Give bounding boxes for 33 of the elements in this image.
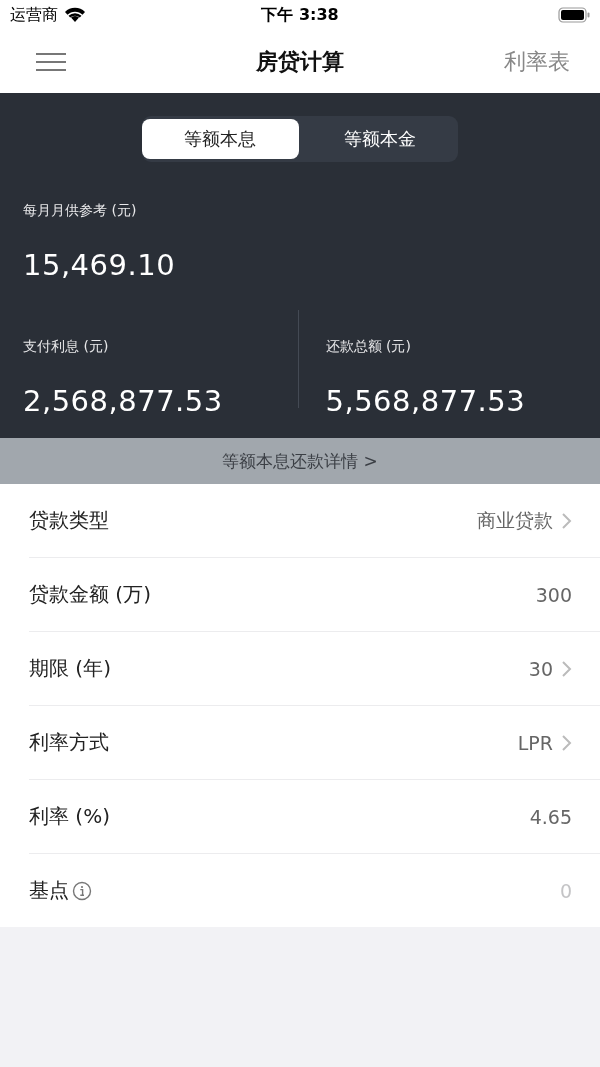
field-label: 贷款金额 (万) bbox=[29, 581, 151, 608]
chevron-right-icon bbox=[561, 733, 572, 752]
monthly-amount: 15,469.10 bbox=[23, 248, 177, 282]
picker-value[interactable]: 30 bbox=[528, 657, 572, 680]
stat-label: 支付利息 (元) bbox=[23, 338, 110, 356]
chevron-right-icon bbox=[561, 511, 572, 530]
wifi-icon bbox=[64, 7, 86, 23]
chevron-right-icon bbox=[561, 659, 572, 678]
menu-icon bbox=[36, 51, 66, 72]
rate-table-button[interactable]: 利率表 bbox=[504, 46, 570, 77]
field-label: 利率方式 bbox=[29, 729, 109, 756]
status-time: 下午 3:38 bbox=[261, 4, 339, 24]
picker-value[interactable]: LPR bbox=[517, 731, 572, 754]
page-title: 房贷计算 bbox=[256, 48, 344, 74]
stat-amount: 2,568,877.53 bbox=[23, 384, 224, 418]
field-label: 利率 (%) bbox=[29, 803, 110, 830]
info-icon bbox=[72, 880, 92, 901]
segment-tab[interactable]: 等额本息 bbox=[142, 119, 299, 159]
menu-button[interactable] bbox=[36, 51, 66, 72]
picker-value[interactable]: 商业贷款 bbox=[477, 507, 572, 534]
input-field[interactable]: 4.65 bbox=[412, 805, 572, 828]
battery-icon bbox=[558, 7, 590, 23]
field-label: 基点 bbox=[29, 877, 69, 904]
field-label: 贷款类型 bbox=[29, 507, 109, 534]
stat-label: 还款总额 (元) bbox=[325, 338, 412, 356]
field-label: 期限 (年) bbox=[29, 655, 111, 682]
input-field[interactable]: 0 bbox=[412, 879, 572, 902]
input-field[interactable]: 300 bbox=[412, 583, 572, 606]
stat-amount: 5,568,877.53 bbox=[325, 384, 527, 418]
repayment-details-link[interactable]: 等额本息还款详情 > bbox=[0, 438, 600, 484]
monthly-label: 每月月供参考 (元) bbox=[23, 202, 138, 220]
segment-tab[interactable]: 等额本金 bbox=[301, 119, 458, 159]
carrier-name: 运营商 bbox=[10, 4, 58, 26]
